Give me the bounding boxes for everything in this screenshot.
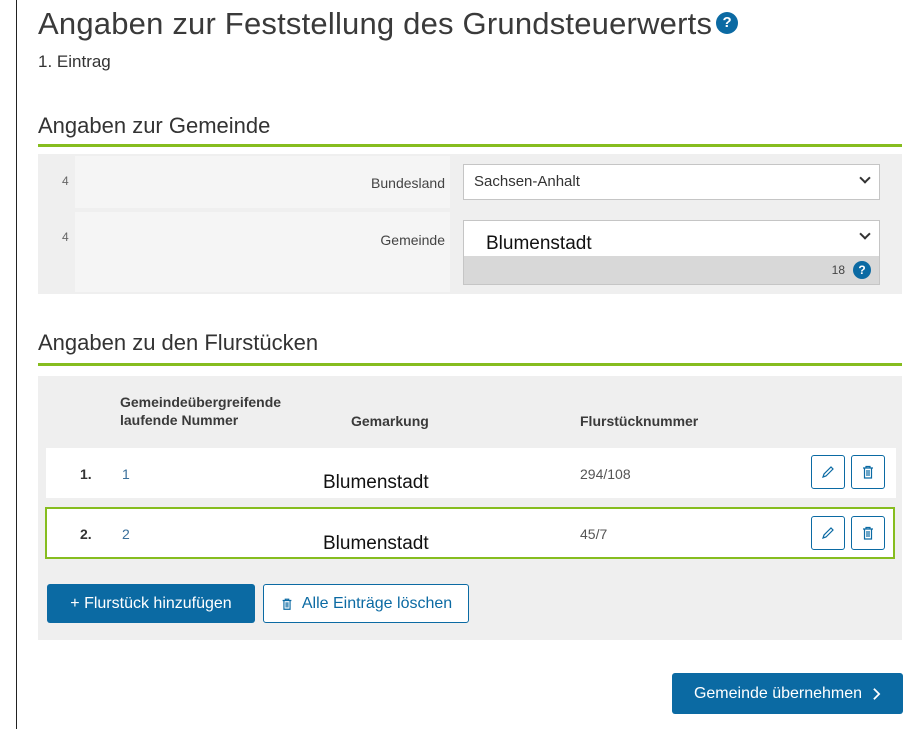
flurstuecke-section-divider (38, 363, 902, 366)
flurstuecke-section-heading: Angaben zu den Flurstücken (38, 330, 319, 355)
submit-gemeinde-button[interactable]: Gemeinde übernehmen (672, 673, 903, 714)
gemeinde-label: Gemeinde (380, 232, 445, 248)
row-index: 2. (80, 526, 92, 542)
trash-icon (863, 465, 873, 479)
help-icon[interactable]: ? (853, 261, 871, 279)
row-lfd-nummer: 1 (122, 466, 130, 482)
bundesland-select-value: Sachsen-Anhalt (474, 173, 580, 190)
submit-gemeinde-button-label: Gemeinde übernehmen (693, 684, 863, 702)
column-header-gemarkung: Gemarkung (351, 413, 429, 429)
gemeinde-character-counter: 18 ? (463, 256, 880, 285)
bundesland-select[interactable]: Sachsen-Anhalt (463, 164, 880, 200)
row-index: 1. (80, 466, 92, 482)
edit-button[interactable] (811, 455, 845, 489)
row-flurstuecknummer: 294/108 (580, 466, 631, 482)
delete-all-button[interactable]: Alle Einträge löschen (263, 584, 469, 623)
gemeinde-select-value: Blumenstadt (486, 233, 592, 254)
counter-value: 18 (831, 263, 845, 277)
chevron-down-icon (859, 172, 871, 184)
gemeinde-row-number: 4 (62, 230, 69, 244)
row-gemarkung: Blumenstadt (323, 472, 429, 493)
chevron-right-icon (873, 687, 881, 700)
pencil-icon (822, 527, 834, 539)
entry-subtitle: 1. Eintrag (38, 52, 111, 71)
table-row-selected[interactable] (45, 507, 895, 559)
gemeinde-section-heading: Angaben zur Gemeinde (38, 113, 271, 138)
bundesland-label: Bundesland (371, 175, 445, 191)
delete-all-button-label: Alle Einträge löschen (301, 594, 453, 612)
delete-button[interactable] (851, 455, 885, 489)
delete-button[interactable] (851, 516, 885, 550)
trash-icon (863, 526, 873, 540)
trash-icon (282, 598, 292, 610)
row-gemarkung: Blumenstadt (323, 533, 429, 554)
column-header-lfd-line1: Gemeindeübergreifende (120, 394, 282, 410)
row-flurstuecknummer: 45/7 (580, 526, 608, 542)
chevron-down-icon (859, 228, 871, 240)
add-flurstueck-button[interactable]: + Flurstück hinzufügen (47, 584, 255, 623)
help-icon[interactable]: ? (716, 11, 739, 34)
row-lfd-nummer: 2 (122, 526, 130, 542)
pencil-icon (822, 466, 834, 478)
column-header-flurstuecknummer: Flurstücknummer (580, 413, 699, 429)
column-header-lfd-line2: laufende Nummer (120, 412, 239, 428)
table-row[interactable] (46, 448, 896, 498)
page-title-text: Angaben zur Feststellung des Grundsteuer… (38, 6, 713, 41)
column-header-lfd-nummer: Gemeindeübergreifende laufende Nummer (120, 393, 281, 429)
gemeinde-section-divider (38, 144, 902, 147)
edit-button[interactable] (811, 516, 845, 550)
bundesland-row-number: 4 (62, 174, 69, 188)
gemeinde-label-cell (75, 212, 450, 292)
page-title: Angaben zur Feststellung des Grundsteuer… (38, 6, 739, 42)
